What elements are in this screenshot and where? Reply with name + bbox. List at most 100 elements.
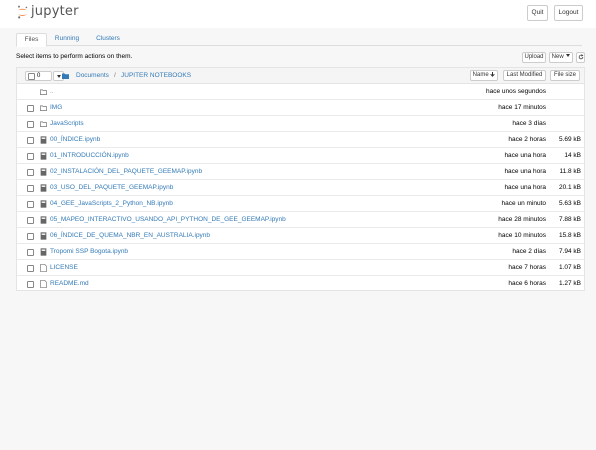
item-name[interactable]: README.md xyxy=(50,279,89,288)
item-modified: hace 17 minutos xyxy=(498,104,546,111)
item-checkbox[interactable] xyxy=(27,201,34,208)
item-modified: hace una hora xyxy=(504,168,546,175)
tab-running[interactable]: Running xyxy=(53,33,81,46)
item-name[interactable]: 06_ÍNDICE_DE_QUEMA_NBR_EN_AUSTRALIA.ipyn… xyxy=(50,231,210,240)
list-item[interactable]: LICENSE hace 7 horas 1.07 kB xyxy=(17,260,584,276)
chevron-down-icon xyxy=(57,75,61,78)
list-item[interactable]: README.md hace 6 horas 1.27 kB xyxy=(17,276,584,292)
item-modified: hace una hora xyxy=(504,152,546,159)
item-checkbox[interactable] xyxy=(27,105,34,112)
folder-icon xyxy=(40,89,47,95)
sort-by-modified-button[interactable]: Last Modified xyxy=(503,70,546,81)
selected-count: 0 xyxy=(37,73,41,79)
item-name[interactable]: Tropomi SSP Bogota.ipynb xyxy=(50,247,128,256)
jupyter-logo[interactable]: jupyter xyxy=(17,4,79,22)
top-header: jupyter Quit Logout xyxy=(0,0,596,28)
item-name[interactable]: IMG xyxy=(50,103,62,112)
jupyter-logo-icon xyxy=(18,5,28,19)
list-item[interactable]: IMG hace 17 minutos xyxy=(17,100,584,116)
item-modified: hace 10 minutos xyxy=(498,232,546,239)
folder-icon xyxy=(40,121,47,127)
notebook-icon xyxy=(40,184,47,192)
item-checkbox[interactable] xyxy=(27,121,34,128)
tab-clusters[interactable]: Clusters xyxy=(94,33,122,46)
item-size: 7.88 kB xyxy=(558,216,581,223)
item-checkbox[interactable] xyxy=(27,137,34,144)
upload-button[interactable]: Upload xyxy=(522,52,546,63)
item-checkbox[interactable] xyxy=(27,153,34,160)
item-checkbox[interactable] xyxy=(27,265,34,272)
item-modified: hace 28 minutos xyxy=(498,216,546,223)
select-all-control[interactable]: 0 xyxy=(25,71,52,81)
item-modified: hace 2 días xyxy=(512,248,546,255)
item-checkbox[interactable] xyxy=(27,169,34,176)
list-item[interactable]: Tropomi SSP Bogota.ipynb hace 2 días 7.9… xyxy=(17,244,584,260)
item-modified: hace un minuto xyxy=(501,200,546,207)
list-item[interactable]: .. hace unos segundos xyxy=(17,84,584,100)
item-checkbox[interactable] xyxy=(27,217,34,224)
item-size: 5.69 kB xyxy=(558,136,581,143)
refresh-button[interactable] xyxy=(576,52,585,63)
item-checkbox[interactable] xyxy=(27,185,34,192)
tab-files[interactable]: Files xyxy=(16,33,47,47)
item-size: 1.07 kB xyxy=(558,264,581,271)
item-modified: hace unos segundos xyxy=(486,88,546,95)
list-header: 0 Documents / JUPITER NOTEBOOKS Name Las… xyxy=(17,68,584,84)
item-name[interactable]: 01_INTRODUCCIÓN.ipynb xyxy=(50,151,129,160)
breadcrumb-documents[interactable]: Documents xyxy=(76,71,109,80)
logo-text: jupyter xyxy=(31,4,79,19)
list-item[interactable]: 03_USO_DEL_PAQUETE_GEEMAP.ipynb hace una… xyxy=(17,180,584,196)
new-label: New xyxy=(551,54,564,60)
item-name[interactable]: 00_ÍNDICE.ipynb xyxy=(50,135,100,144)
item-name[interactable]: 05_MAPEO_INTERACTIVO_USANDO_API_PYTHON_D… xyxy=(50,215,286,224)
selection-instruction: Select items to perform actions on them. xyxy=(16,53,133,60)
chevron-down-icon xyxy=(566,54,571,57)
item-checkbox[interactable] xyxy=(27,233,34,240)
item-name[interactable]: 02_INSTALACIÓN_DEL_PAQUETE_GEEMAP.ipynb xyxy=(50,167,202,176)
new-dropdown-button[interactable]: New xyxy=(549,52,573,63)
notebook-icon xyxy=(40,248,47,256)
list-item[interactable]: 02_INSTALACIÓN_DEL_PAQUETE_GEEMAP.ipynb … xyxy=(17,164,584,180)
refresh-icon xyxy=(578,54,583,60)
item-modified: hace 3 días xyxy=(512,120,546,127)
item-name[interactable]: 04_GEE_JavaScripts_2_Python_NB.ipynb xyxy=(50,199,173,208)
breadcrumb-jupiter-notebooks[interactable]: JUPITER NOTEBOOKS xyxy=(121,71,191,80)
item-name[interactable]: JavaScripts xyxy=(50,119,84,128)
item-size: 1.27 kB xyxy=(558,280,581,287)
file-icon xyxy=(40,280,47,288)
list-item[interactable]: 01_INTRODUCCIÓN.ipynb hace una hora 14 k… xyxy=(17,148,584,164)
item-checkbox[interactable] xyxy=(27,249,34,256)
item-modified: hace 2 horas xyxy=(508,136,546,143)
file-list-panel: 0 Documents / JUPITER NOTEBOOKS Name Las… xyxy=(16,67,585,291)
item-modified: hace 6 horas xyxy=(508,280,546,287)
quit-button[interactable]: Quit xyxy=(527,5,548,21)
list-item[interactable]: 04_GEE_JavaScripts_2_Python_NB.ipynb hac… xyxy=(17,196,584,212)
list-item[interactable]: JavaScripts hace 3 días xyxy=(17,116,584,132)
list-item[interactable]: 00_ÍNDICE.ipynb hace 2 horas 5.69 kB xyxy=(17,132,584,148)
list-item[interactable]: 05_MAPEO_INTERACTIVO_USANDO_API_PYTHON_D… xyxy=(17,212,584,228)
logout-button[interactable]: Logout xyxy=(554,5,583,21)
item-size: 7.94 kB xyxy=(558,248,581,255)
notebook-icon xyxy=(40,136,47,144)
notebook-icon xyxy=(40,232,47,240)
item-size: 15.8 kB xyxy=(558,232,581,239)
file-icon xyxy=(40,264,47,272)
notebook-icon xyxy=(40,168,47,176)
item-size: 20.1 kB xyxy=(558,184,581,191)
notebook-icon xyxy=(40,200,47,208)
item-checkbox[interactable] xyxy=(27,281,34,288)
item-name[interactable]: .. xyxy=(50,87,54,96)
folder-icon[interactable] xyxy=(62,73,69,79)
select-all-checkbox[interactable] xyxy=(28,73,35,80)
sort-by-name-button[interactable]: Name xyxy=(470,70,498,81)
list-item[interactable]: 06_ÍNDICE_DE_QUEMA_NBR_EN_AUSTRALIA.ipyn… xyxy=(17,228,584,244)
item-size: 14 kB xyxy=(564,152,581,159)
sort-by-size-button[interactable]: File size xyxy=(550,70,580,81)
item-size: 11.8 kB xyxy=(559,168,581,175)
arrow-down-icon xyxy=(490,72,496,77)
notebook-icon xyxy=(40,152,47,160)
item-size: 5.63 kB xyxy=(558,200,581,207)
item-name[interactable]: 03_USO_DEL_PAQUETE_GEEMAP.ipynb xyxy=(50,183,173,192)
item-name[interactable]: LICENSE xyxy=(50,263,78,272)
notebook-icon xyxy=(40,216,47,224)
